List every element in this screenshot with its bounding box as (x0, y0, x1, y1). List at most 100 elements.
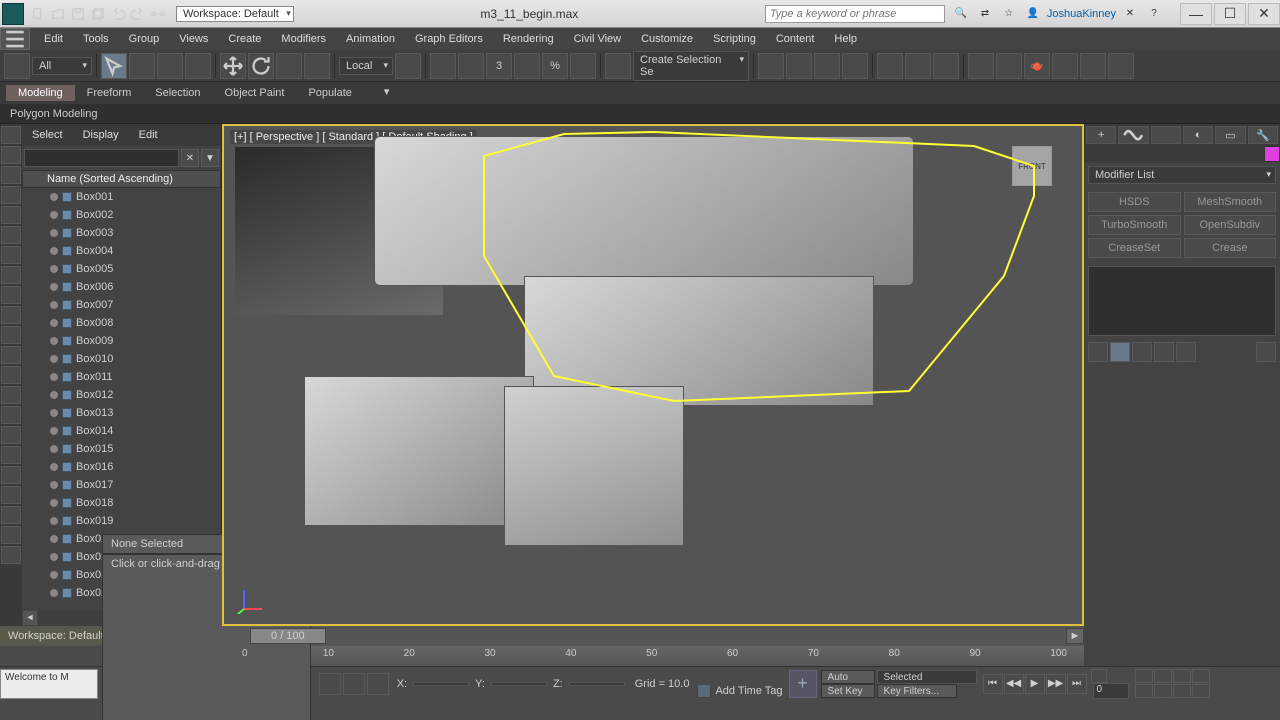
list-item[interactable]: Box018 (22, 494, 221, 512)
favorite-icon[interactable]: ☆ (1000, 5, 1018, 23)
rendered-frame-icon[interactable] (996, 53, 1022, 79)
key-mode-dropdown[interactable]: Selected (877, 670, 977, 684)
list-item[interactable]: Box008 (22, 314, 221, 332)
snap-toggle-icon[interactable]: 3 (486, 53, 512, 79)
time-slider-thumb[interactable]: 0 / 100 (250, 628, 326, 644)
goto-end-icon[interactable]: ⏭ (1067, 674, 1087, 694)
zoom-extents-icon[interactable] (1173, 669, 1191, 683)
absolute-relative-icon[interactable] (367, 673, 389, 695)
visibility-icon[interactable] (50, 391, 58, 399)
set-key-button[interactable]: Set Key (821, 684, 875, 698)
ribbon-tab-modeling[interactable]: Modeling (6, 85, 75, 101)
cmd-utilities-icon[interactable]: 🔧 (1248, 126, 1278, 144)
display-layers-icon[interactable] (1, 506, 21, 524)
ribbon-panel-label[interactable]: Polygon Modeling (0, 104, 1280, 124)
list-item[interactable]: Box019 (22, 512, 221, 530)
named-selection-dropdown[interactable]: Create Selection Se (633, 51, 749, 81)
visibility-icon[interactable] (50, 373, 58, 381)
display-none-icon[interactable] (1, 126, 21, 144)
list-item[interactable]: Box015 (22, 440, 221, 458)
time-tag-icon[interactable] (697, 684, 711, 698)
visibility-icon[interactable] (50, 247, 58, 255)
move-icon[interactable] (220, 53, 246, 79)
visibility-icon[interactable] (50, 427, 58, 435)
key-mode-toggle-icon[interactable] (1091, 669, 1107, 683)
next-frame-icon[interactable]: ▶▶ (1046, 674, 1066, 694)
coord-z-value[interactable] (569, 682, 625, 686)
spinner-snap-icon[interactable] (570, 53, 596, 79)
help-icon[interactable]: ? (1145, 5, 1163, 23)
angle-snap-icon[interactable] (514, 53, 540, 79)
display-geometry-icon[interactable] (1, 146, 21, 164)
app-logo[interactable] (2, 3, 24, 25)
display-children-icon[interactable] (1, 446, 21, 464)
display-misc-icon[interactable] (1, 546, 21, 564)
visibility-icon[interactable] (50, 409, 58, 417)
list-item[interactable]: Box017 (22, 476, 221, 494)
align-icon[interactable] (786, 53, 812, 79)
clear-search-icon[interactable]: ✕ (181, 149, 199, 167)
scene-explorer-tab-edit[interactable]: Edit (129, 129, 168, 141)
display-bone-icon[interactable] (1, 306, 21, 324)
play-icon[interactable]: ▶ (1025, 674, 1045, 694)
field-of-view-icon[interactable] (1135, 684, 1153, 698)
cmd-motion-icon[interactable]: ◐ (1183, 126, 1213, 144)
mod-btn-crease[interactable]: Crease (1184, 238, 1277, 258)
mod-btn-opensubdiv[interactable]: OpenSubdiv (1184, 215, 1277, 235)
select-object-icon[interactable] (101, 53, 127, 79)
zoom-icon[interactable] (1135, 669, 1153, 683)
display-selset-icon[interactable] (1, 526, 21, 544)
cmd-modify-icon[interactable] (1118, 126, 1148, 144)
menu-group[interactable]: Group (119, 28, 170, 50)
visibility-icon[interactable] (50, 589, 58, 597)
list-item[interactable]: Box005 (22, 260, 221, 278)
layer-explorer-icon[interactable] (814, 53, 840, 79)
list-item[interactable]: Box001 (22, 188, 221, 206)
visibility-icon[interactable] (50, 193, 58, 201)
mod-btn-hsds[interactable]: HSDS (1088, 192, 1181, 212)
visibility-icon[interactable] (50, 553, 58, 561)
render-cloud-icon[interactable] (1108, 53, 1134, 79)
menu-content[interactable]: Content (766, 28, 825, 50)
modifier-stack[interactable] (1088, 266, 1276, 336)
pin-stack-icon[interactable] (1088, 342, 1108, 362)
scale-icon[interactable] (276, 53, 302, 79)
cmd-hierarchy-icon[interactable] (1151, 126, 1181, 144)
orbit-icon[interactable] (1173, 684, 1191, 698)
visibility-icon[interactable] (50, 463, 58, 471)
menu-rendering[interactable]: Rendering (493, 28, 564, 50)
mod-btn-meshsmooth[interactable]: MeshSmooth (1184, 192, 1277, 212)
display-helpers-icon[interactable] (1, 226, 21, 244)
list-item[interactable]: Box003 (22, 224, 221, 242)
workspace-selector[interactable]: Workspace: Default (176, 6, 294, 22)
key-filters-button[interactable]: Key Filters... (877, 684, 957, 698)
visibility-icon[interactable] (50, 499, 58, 507)
menu-tools[interactable]: Tools (73, 28, 119, 50)
exchange-icon[interactable]: ⇄ (976, 5, 994, 23)
coord-x-value[interactable] (413, 682, 469, 686)
menu-scripting[interactable]: Scripting (703, 28, 766, 50)
add-time-tag-button[interactable]: Add Time Tag (715, 685, 782, 697)
display-xrefs-icon[interactable] (1, 286, 21, 304)
menu-create[interactable]: Create (218, 28, 271, 50)
visibility-icon[interactable] (50, 355, 58, 363)
scene-explorer-search-input[interactable] (24, 149, 179, 167)
render-production-icon[interactable]: 🫖 (1024, 53, 1050, 79)
menu-edit[interactable]: Edit (34, 28, 73, 50)
select-name-icon[interactable] (129, 53, 155, 79)
toggle-ribbon-icon[interactable] (842, 53, 868, 79)
display-frozen-icon[interactable] (1, 346, 21, 364)
ribbon-tab-object-paint[interactable]: Object Paint (213, 85, 297, 101)
visibility-icon[interactable] (50, 571, 58, 579)
list-item[interactable]: Box004 (22, 242, 221, 260)
maxscript-listener[interactable]: Welcome to M (0, 669, 98, 699)
list-item[interactable]: Box014 (22, 422, 221, 440)
display-influences-icon[interactable] (1, 466, 21, 484)
mod-btn-turbosmooth[interactable]: TurboSmooth (1088, 215, 1181, 235)
placement-icon[interactable] (304, 53, 330, 79)
visibility-icon[interactable] (50, 445, 58, 453)
render-activeshade-icon[interactable] (1080, 53, 1106, 79)
menu-animation[interactable]: Animation (336, 28, 405, 50)
menu-views[interactable]: Views (169, 28, 218, 50)
keyboard-shortcut-icon[interactable] (458, 53, 484, 79)
